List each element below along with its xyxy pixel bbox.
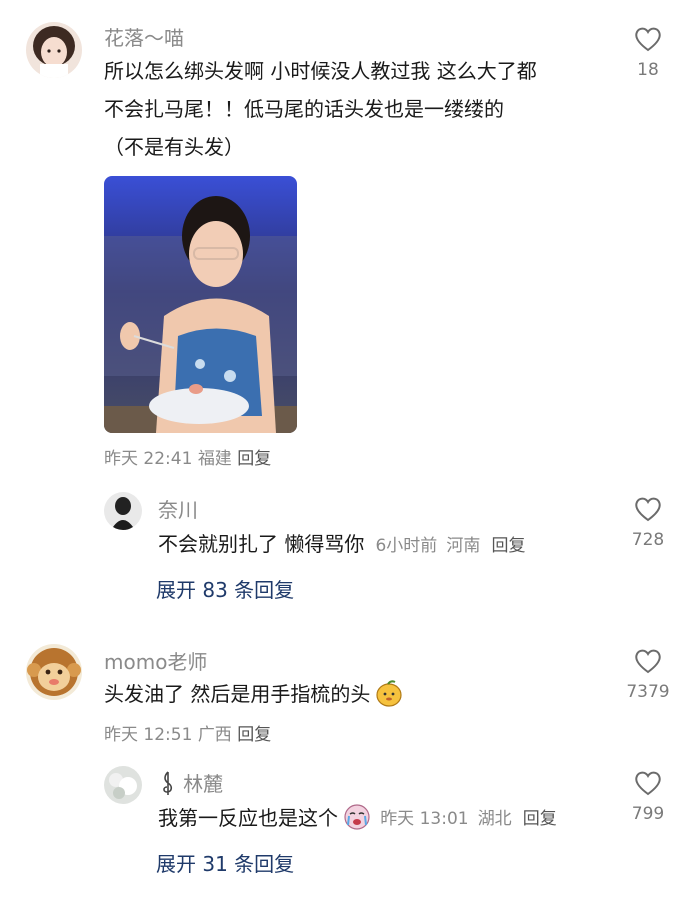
like-count: 7379	[626, 682, 670, 702]
reply-text-row: 不会就别扎了 懒得骂你 6小时前 河南 回复	[158, 528, 525, 557]
heart-outline-icon	[635, 497, 661, 522]
comment-text: 头发油了 然后是用手指梳的头	[104, 682, 371, 706]
like-button[interactable]	[618, 648, 678, 678]
mango-face-emoji	[376, 679, 403, 707]
reply-location: 河南	[446, 536, 481, 556]
crying-face-emoji	[344, 803, 370, 830]
avatar[interactable]	[104, 766, 142, 804]
avatar[interactable]	[26, 644, 82, 700]
comment-text: 所以怎么绑头发啊 小时候没人教过我 这么大了都 不会扎马尾！！低马尾的话头发也是…	[104, 52, 624, 166]
like-button[interactable]	[618, 770, 678, 800]
like-button[interactable]	[618, 496, 678, 526]
reply-button[interactable]: 回复	[523, 809, 557, 829]
comment-text-line: 不会扎马尾！！低马尾的话头发也是一缕缕的	[104, 97, 504, 121]
reply-location: 湖北	[477, 809, 512, 829]
comment-text-row: 头发油了 然后是用手指梳的头	[104, 678, 403, 707]
reply-username-row: 林麓	[158, 768, 223, 797]
expand-replies-link[interactable]: 展开 31 条回复	[156, 848, 294, 877]
comment-meta: 昨天 12:51 广西 回复	[104, 720, 271, 745]
comment-photo[interactable]	[104, 176, 297, 433]
like-count: 18	[637, 60, 659, 80]
like-count: 728	[631, 530, 665, 550]
comment-meta: 昨天 22:41 福建 回复	[104, 444, 271, 469]
reply-text-row: 我第一反应也是这个 昨天 13:01 湖北 回复	[158, 802, 557, 831]
avatar[interactable]	[104, 492, 142, 530]
heart-outline-icon	[635, 27, 661, 52]
reply-text: 不会就别扎了 懒得骂你	[158, 532, 365, 556]
comment-location: 福建	[197, 449, 232, 469]
reply-button[interactable]: 回复	[491, 536, 525, 556]
comment-text-line: 所以怎么绑头发啊 小时候没人教过我 这么大了都	[104, 59, 537, 83]
reply-time: 6小时前	[375, 536, 438, 556]
comment-text-line: （不是有头发）	[104, 135, 244, 159]
heart-outline-icon	[635, 771, 661, 796]
reply-button[interactable]: 回复	[237, 725, 271, 745]
reply-button[interactable]: 回复	[237, 449, 271, 469]
heart-outline-icon	[635, 649, 661, 674]
avatar[interactable]	[26, 22, 82, 78]
reply-time: 昨天 13:01	[380, 809, 469, 829]
comment-time: 昨天 22:41	[104, 449, 193, 469]
comment-location: 广西	[197, 725, 232, 745]
reply-text: 我第一反应也是这个	[158, 806, 338, 830]
reply-username[interactable]: 奈川	[158, 494, 198, 523]
reply-username[interactable]: 林麓	[183, 772, 223, 796]
comment-username[interactable]: 花落～喵	[104, 22, 184, 51]
like-count: 799	[631, 804, 665, 824]
comment-username[interactable]: momo老师	[104, 646, 207, 675]
expand-replies-link[interactable]: 展开 83 条回复	[156, 574, 294, 603]
treble-clef-icon	[163, 770, 173, 795]
like-button[interactable]	[618, 26, 678, 56]
comment-time: 昨天 12:51	[104, 725, 193, 745]
